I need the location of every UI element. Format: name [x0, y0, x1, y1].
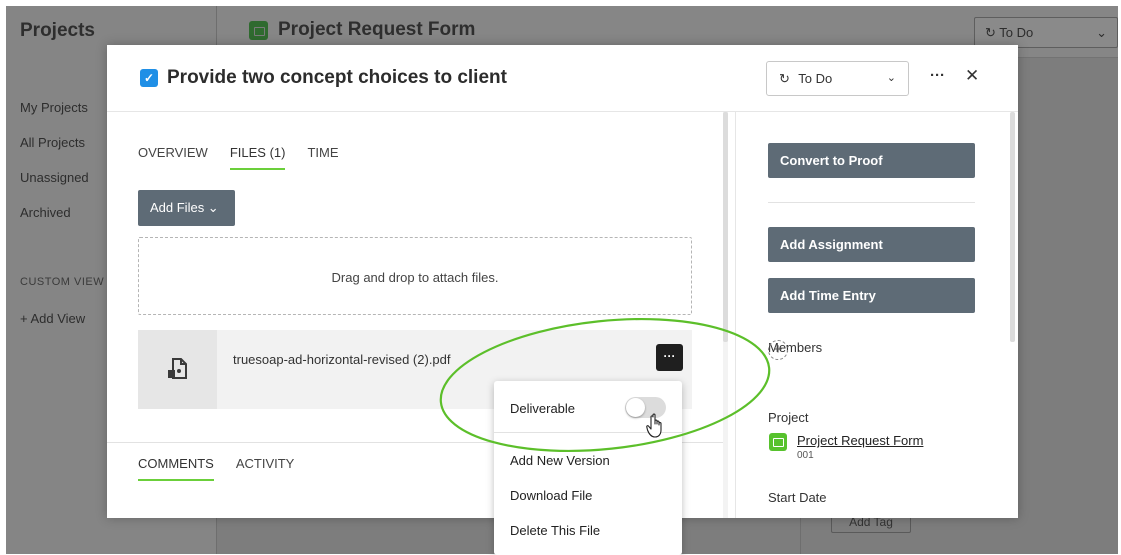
close-button[interactable]: ✕	[965, 66, 979, 86]
main-scrollbar[interactable]	[723, 112, 728, 518]
file-context-menu: Deliverable Add New Version Download Fil…	[494, 381, 682, 555]
sidebar-item-my-projects[interactable]: My Projects	[20, 100, 88, 115]
tab-files[interactable]: FILES (1)	[229, 145, 286, 170]
chevron-down-icon: ⌄	[1096, 25, 1107, 40]
project-title: Project Request Form	[249, 19, 475, 41]
project-status-select[interactable]: ↻ To Do ⌄	[974, 17, 1118, 48]
tab-comments[interactable]: COMMENTS	[138, 456, 214, 481]
task-check-icon: ✓	[140, 69, 158, 87]
task-side-panel: Convert to Proof Add Assignment Add Time…	[735, 112, 1018, 518]
task-tabs: OVERVIEW FILES (1) TIME	[138, 145, 339, 170]
chevron-down-icon: ⌄	[886, 72, 896, 84]
modal-header: ✓ Provide two concept choices to client …	[107, 45, 1018, 112]
toggle-knob	[626, 398, 645, 417]
add-view-link[interactable]: + Add View	[20, 311, 85, 326]
project-title-text: Project Request Form	[278, 19, 476, 40]
menu-item-add-new-version[interactable]: Add New Version	[510, 453, 610, 468]
add-member-button[interactable]: +	[768, 340, 788, 360]
project-link[interactable]: Project Request Form	[797, 433, 923, 448]
sidebar-item-archived[interactable]: Archived	[20, 205, 71, 220]
sidebar-item-unassigned[interactable]: Unassigned	[20, 170, 89, 185]
sync-icon: ↻	[779, 71, 790, 86]
add-assignment-button[interactable]: Add Assignment	[768, 227, 975, 262]
sidebar-title: Projects	[20, 20, 95, 41]
task-status-value: To Do	[798, 71, 833, 86]
tab-time[interactable]: TIME	[307, 145, 338, 170]
project-status-value: To Do	[999, 25, 1034, 40]
more-options-button[interactable]: ···	[930, 67, 945, 84]
add-files-button[interactable]: Add Files ⌄	[138, 190, 235, 226]
task-status-select[interactable]: ↻ To Do ⌄	[766, 61, 909, 96]
activity-tabs: COMMENTS ACTIVITY	[138, 456, 294, 481]
tab-overview[interactable]: OVERVIEW	[138, 145, 208, 170]
add-time-entry-button[interactable]: Add Time Entry	[768, 278, 975, 313]
hand-pointer-icon	[646, 413, 662, 438]
tab-activity[interactable]: ACTIVITY	[236, 456, 295, 481]
convert-to-proof-button[interactable]: Convert to Proof	[768, 143, 975, 178]
menu-item-download-file[interactable]: Download File	[510, 488, 592, 503]
modal-title: Provide two concept choices to client	[167, 67, 507, 88]
divider	[768, 202, 975, 203]
custom-views-heading: CUSTOM VIEW	[20, 276, 105, 288]
file-thumbnail	[138, 330, 217, 409]
folder-icon	[249, 20, 268, 40]
file-more-button[interactable]: ···	[656, 344, 683, 371]
menu-item-deliverable[interactable]: Deliverable	[510, 401, 575, 416]
project-number: 001	[797, 450, 814, 461]
pdf-file-icon	[168, 358, 187, 379]
file-name[interactable]: truesoap-ad-horizontal-revised (2).pdf	[233, 352, 451, 367]
sync-icon: ↻	[985, 25, 996, 40]
file-dropzone[interactable]: Drag and drop to attach files.	[138, 237, 692, 315]
project-label: Project	[768, 410, 809, 425]
start-date-label: Start Date	[768, 490, 827, 505]
project-folder-icon	[769, 433, 787, 451]
sidebar-item-all-projects[interactable]: All Projects	[20, 135, 85, 150]
menu-item-delete-file[interactable]: Delete This File	[510, 523, 600, 538]
side-scrollbar[interactable]	[1010, 112, 1015, 342]
